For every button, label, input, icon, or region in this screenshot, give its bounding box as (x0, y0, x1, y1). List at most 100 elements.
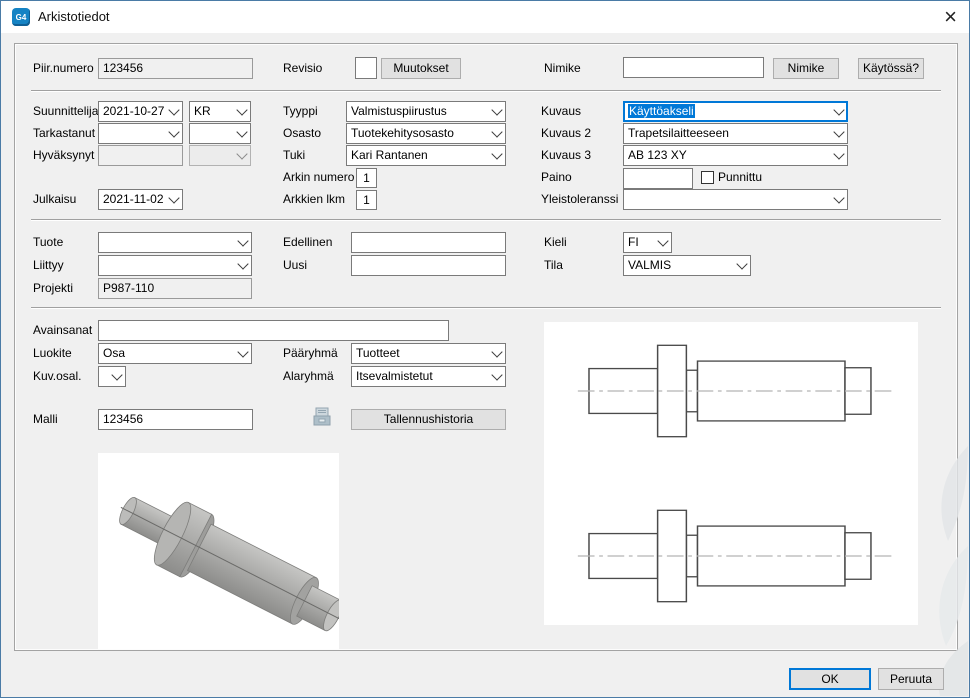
chevron-down-icon (165, 190, 182, 209)
julkaisu-label: Julkaisu (33, 189, 76, 210)
model-3d-preview (98, 453, 339, 649)
projekti-label: Projekti (33, 278, 73, 299)
separator (31, 90, 941, 92)
piir-numero-field[interactable]: 123456 (98, 58, 253, 79)
tallennushistoria-button[interactable]: Tallennushistoria (351, 409, 506, 430)
nimike-button[interactable]: Nimike (773, 58, 839, 79)
yleistoleranssi-combo[interactable] (623, 189, 848, 210)
projekti-field[interactable]: P987-110 (98, 278, 252, 299)
piir-numero-label: Piir.numero (33, 58, 94, 79)
punnittu-checkbox[interactable] (701, 171, 714, 184)
arkistotiedot-dialog: G4 Arkistotiedot × Piir.numero 123456 Re… (0, 0, 970, 698)
chevron-down-icon (830, 102, 847, 121)
tyyppi-value: Valmistuspiirustus (351, 102, 488, 121)
liittyy-combo[interactable] (98, 255, 252, 276)
chevron-down-icon (830, 146, 847, 165)
kuvaus2-combo[interactable]: Trapetsilaitteeseen (623, 123, 848, 144)
suunnittelija-initials-value: KR (194, 102, 233, 121)
tarkastanut-date-combo[interactable] (98, 123, 183, 144)
julkaisu-date-combo[interactable]: 2021-11-02 (98, 189, 183, 210)
edellinen-field[interactable] (351, 232, 506, 253)
kieli-label: Kieli (544, 232, 567, 253)
tarkastanut-initials-combo[interactable] (189, 123, 251, 144)
hyvaksynyt-initials-combo (189, 145, 251, 166)
hyvaksynyt-label: Hyväksynyt (33, 145, 94, 166)
chevron-down-icon (233, 124, 250, 143)
uusi-label: Uusi (283, 255, 307, 276)
paaryhma-label: Pääryhmä (283, 343, 338, 364)
suunnittelija-label: Suunnittelija (33, 101, 98, 122)
avainsanat-field[interactable] (98, 320, 449, 341)
ok-button[interactable]: OK (789, 668, 871, 690)
close-icon[interactable]: × (944, 3, 957, 31)
uusi-field[interactable] (351, 255, 506, 276)
osasto-label: Osasto (283, 123, 321, 144)
kuv-osal-label: Kuv.osal. (33, 366, 81, 387)
chevron-down-icon (488, 344, 505, 363)
kieli-combo[interactable]: FI (623, 232, 672, 253)
separator (31, 219, 941, 221)
chevron-down-icon (233, 146, 250, 165)
chevron-down-icon (488, 124, 505, 143)
tyyppi-label: Tyyppi (283, 101, 318, 122)
kuvaus-combo[interactable]: Käyttöakseli (623, 101, 848, 122)
paaryhma-combo[interactable]: Tuotteet (351, 343, 506, 364)
revisio-field[interactable] (355, 57, 377, 79)
chevron-down-icon (488, 102, 505, 121)
kuv-osal-combo[interactable] (98, 366, 126, 387)
nimike-field[interactable] (623, 57, 764, 78)
revisio-label: Revisio (283, 58, 322, 79)
julkaisu-date-value: 2021-11-02 (103, 190, 165, 209)
kaytossa-button[interactable]: Käytössä? (858, 58, 924, 79)
kuvaus3-label: Kuvaus 3 (541, 145, 591, 166)
paino-field[interactable] (623, 168, 693, 189)
arkin-numero-field[interactable]: 1 (356, 168, 377, 188)
tyyppi-combo[interactable]: Valmistuspiirustus (346, 101, 506, 122)
tuote-combo[interactable] (98, 232, 252, 253)
arkkien-lkm-field[interactable]: 1 (356, 190, 377, 210)
edellinen-label: Edellinen (283, 232, 332, 253)
suunnittelija-initials-combo[interactable]: KR (189, 101, 251, 122)
drawing-preview (544, 322, 918, 625)
luokite-value: Osa (103, 344, 234, 363)
malli-label: Malli (33, 409, 58, 430)
tila-combo[interactable]: VALMIS (623, 255, 751, 276)
printer-icon[interactable] (311, 406, 333, 430)
tuki-value: Kari Rantanen (351, 146, 488, 165)
shaft-drawing-top (576, 337, 896, 445)
chevron-down-icon (108, 367, 125, 386)
liittyy-label: Liittyy (33, 255, 64, 276)
chevron-down-icon (165, 124, 182, 143)
nimike-label: Nimike (544, 58, 581, 79)
chevron-down-icon (654, 233, 671, 252)
tuki-combo[interactable]: Kari Rantanen (346, 145, 506, 166)
muutokset-button[interactable]: Muutokset (381, 58, 461, 79)
shaft-drawing-bottom (576, 502, 896, 610)
suunnittelija-date-value: 2021-10-27 (103, 102, 165, 121)
tuote-label: Tuote (33, 232, 63, 253)
kuvaus3-combo[interactable]: AB 123 XY (623, 145, 848, 166)
kuvaus2-value: Trapetsilaitteeseen (628, 124, 830, 143)
window-title: Arkistotiedot (38, 9, 110, 24)
chevron-down-icon (165, 102, 182, 121)
chevron-down-icon (830, 190, 847, 209)
luokite-label: Luokite (33, 343, 72, 364)
tuki-label: Tuki (283, 145, 305, 166)
alaryhma-value: Itsevalmistetut (356, 367, 488, 386)
chevron-down-icon (234, 233, 251, 252)
osasto-combo[interactable]: Tuotekehitysosasto (346, 123, 506, 144)
shaft-3d-render (98, 453, 339, 649)
luokite-combo[interactable]: Osa (98, 343, 252, 364)
suunnittelija-date-combo[interactable]: 2021-10-27 (98, 101, 183, 122)
malli-field[interactable]: 123456 (98, 409, 253, 430)
titlebar: G4 Arkistotiedot × (1, 1, 969, 33)
cancel-button[interactable]: Peruuta (878, 668, 944, 690)
alaryhma-combo[interactable]: Itsevalmistetut (351, 366, 506, 387)
yleistoleranssi-label: Yleistoleranssi (541, 189, 618, 210)
kieli-value: FI (628, 233, 654, 252)
punnittu-label: Punnittu (718, 167, 762, 188)
arkin-numero-label: Arkin numero (283, 167, 354, 188)
chevron-down-icon (234, 344, 251, 363)
paaryhma-value: Tuotteet (356, 344, 488, 363)
separator (31, 307, 941, 309)
